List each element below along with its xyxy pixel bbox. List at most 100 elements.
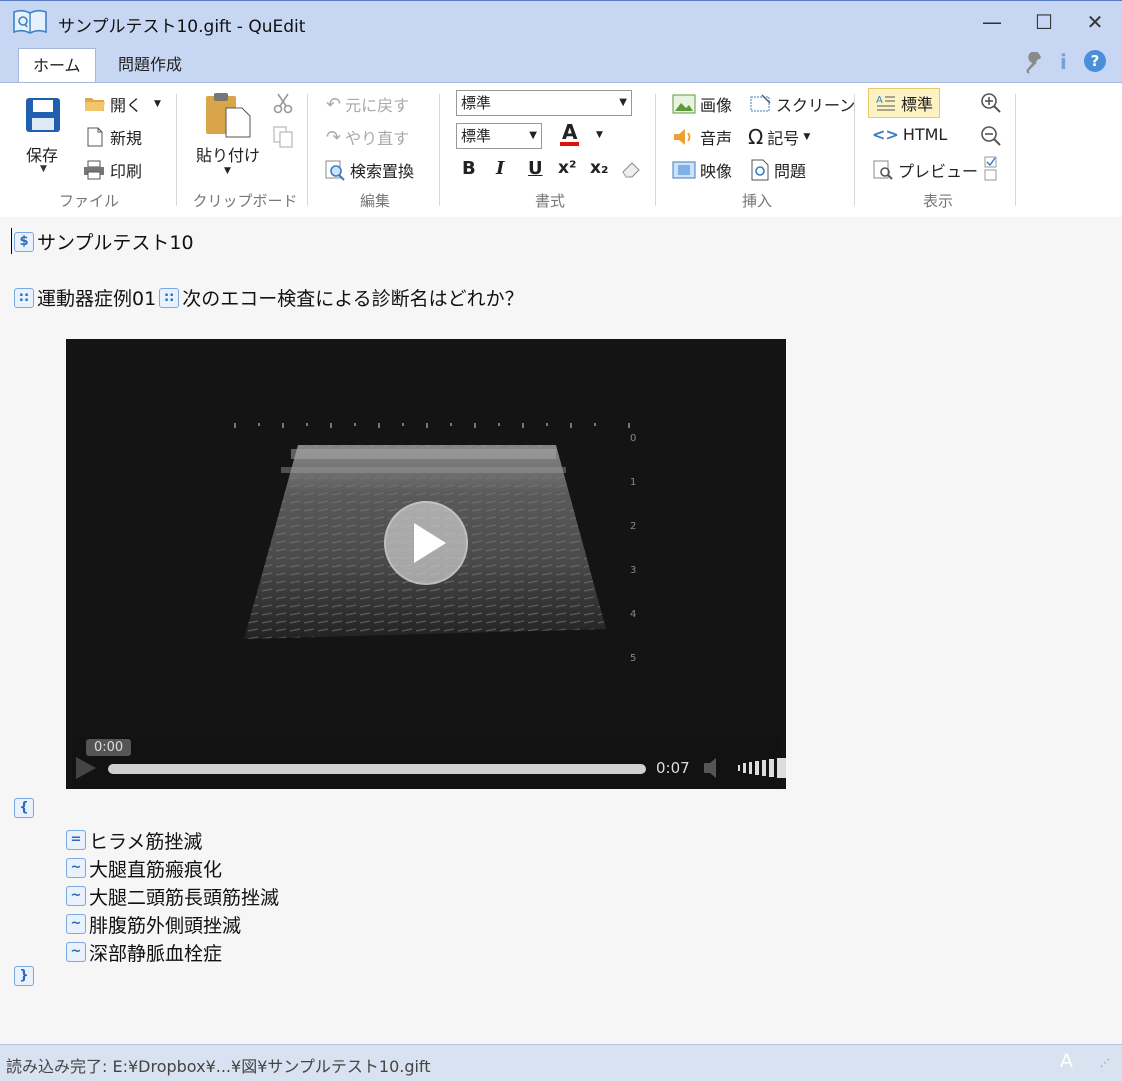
italic-button[interactable]: I: [496, 158, 504, 179]
find-replace-button[interactable]: 検索置換: [324, 158, 414, 182]
question-text: 次のエコー検査による診断名はどれか？: [182, 288, 524, 310]
close-button[interactable]: ✕: [1073, 6, 1117, 38]
undo-button[interactable]: ↶ 元に戻す: [326, 92, 409, 116]
wrong-answer-tag: ~: [66, 858, 86, 878]
copy-icon[interactable]: [272, 125, 294, 153]
chevron-down-icon: ▼: [529, 130, 537, 141]
insert-question-button[interactable]: 問題: [750, 158, 806, 182]
paste-dropdown-icon[interactable]: ▼: [224, 166, 231, 176]
insert-screen-button[interactable]: スクリーン: [750, 92, 855, 116]
save-dropdown-icon[interactable]: ▼: [40, 164, 47, 174]
superscript-button[interactable]: x²: [558, 158, 576, 178]
cut-icon[interactable]: [272, 92, 294, 118]
bold-button[interactable]: B: [462, 158, 476, 179]
group-label-clipboard: クリップボード: [192, 192, 298, 210]
answer-block-close[interactable]: }: [14, 966, 34, 986]
view-standard-button[interactable]: A 標準: [868, 88, 941, 118]
test-title: サンプルテスト10: [37, 232, 194, 254]
redo-label: やり直す: [345, 129, 410, 148]
video-play-button[interactable]: [76, 757, 98, 779]
paste-button[interactable]: 貼り付け: [196, 142, 260, 166]
depth-tick-label: 5: [630, 653, 637, 664]
video-seek-bar[interactable]: [108, 759, 646, 779]
font-color-dropdown-icon[interactable]: ▼: [596, 130, 603, 140]
depth-tick-label: 2: [630, 521, 637, 532]
question-line[interactable]: :: 運動器症例01 :: 次のエコー検査による診断名はどれか？: [14, 284, 524, 311]
title-line[interactable]: $ サンプルテスト10: [14, 228, 194, 255]
question-doc-icon: [751, 159, 769, 181]
video-player[interactable]: 0 1 2 3 4 5 0:00 0:07: [66, 339, 786, 789]
help-icon[interactable]: ?: [1084, 50, 1106, 72]
answer-text: 腓腹筋外側頭挫滅: [89, 914, 242, 937]
preview-icon: [873, 160, 893, 180]
open-dropdown-icon[interactable]: ▼: [154, 99, 161, 109]
style-select[interactable]: 標準 ▼: [456, 90, 632, 116]
group-label-edit: 編集: [359, 192, 390, 210]
standard-view-icon: A: [876, 95, 895, 111]
zoom-in-icon[interactable]: [980, 92, 1002, 118]
printer-icon: [84, 160, 104, 180]
symbol-dropdown-icon[interactable]: ▼: [803, 132, 810, 142]
question-text-tag: ::: [159, 287, 180, 308]
answer-item[interactable]: ~ 腓腹筋外側頭挫滅: [66, 910, 279, 938]
tab-create-question[interactable]: 問題作成: [104, 48, 196, 82]
ultrasound-frame: [66, 339, 786, 789]
correct-answer-tag: =: [66, 830, 86, 850]
answer-text: 大腿二頭筋長頭筋挫滅: [89, 886, 280, 909]
redo-button[interactable]: ↷ やり直す: [326, 125, 409, 149]
insert-audio-label: 音声: [700, 129, 733, 148]
answer-item[interactable]: ~ 深部静脈血栓症: [66, 938, 279, 966]
volume-icon[interactable]: [702, 757, 720, 779]
answer-item[interactable]: ~ 大腿二頭筋長頭筋挫滅: [66, 882, 279, 910]
close-brace-tag: }: [14, 966, 34, 986]
window-title: サンプルテスト10.gift - QuEdit: [58, 17, 306, 37]
input-mode-indicator: A: [1060, 1050, 1073, 1072]
question-name-tag: ::: [14, 287, 34, 308]
save-button[interactable]: 保存: [26, 142, 58, 166]
maximize-button[interactable]: ☐: [1022, 6, 1066, 38]
new-label: 新規: [110, 129, 143, 148]
info-icon[interactable]: i: [1060, 50, 1067, 74]
status-text: 読み込み完了: E:¥Dropbox¥...¥図¥サンプルテスト10.gift: [6, 1057, 431, 1076]
depth-tick-label: 3: [630, 565, 637, 576]
undo-icon: ↶: [326, 93, 342, 115]
answer-list: = ヒラメ筋挫滅 ~ 大腿直筋瘢痕化 ~ 大腿二頭筋長頭筋挫滅 ~ 腓腹筋外側頭挫滅 ~ 深部静脈…: [66, 826, 279, 966]
eraser-icon[interactable]: [620, 158, 642, 184]
print-button[interactable]: 印刷: [82, 158, 142, 182]
view-preview-label: プレビュー: [898, 162, 979, 181]
wrong-answer-tag: ~: [66, 914, 86, 934]
answer-block-open[interactable]: {: [14, 798, 34, 818]
insert-symbol-button[interactable]: Ω 記号 ▼: [748, 125, 810, 149]
depth-tick-label: 1: [630, 477, 637, 488]
insert-audio-button[interactable]: 音声: [672, 125, 732, 149]
zoom-out-icon[interactable]: [980, 125, 1002, 151]
insert-screen-label: スクリーン: [776, 96, 856, 115]
font-color-button[interactable]: A: [560, 122, 580, 146]
depth-tick-label: 0: [630, 433, 637, 444]
resize-grip-icon[interactable]: ⋰: [1100, 1058, 1110, 1069]
search-icon: [325, 160, 345, 181]
video-time-tooltip: 0:00: [86, 739, 132, 756]
print-label: 印刷: [110, 162, 143, 181]
volume-slider[interactable]: [736, 757, 786, 779]
wrench-icon[interactable]: [1024, 51, 1046, 78]
group-label-file: ファイル: [58, 192, 119, 210]
checkbox-toggle-icon[interactable]: [984, 156, 998, 186]
chevron-down-icon: ▼: [619, 97, 627, 108]
subscript-button[interactable]: x₂: [590, 158, 608, 178]
view-preview-button[interactable]: プレビュー: [872, 158, 978, 182]
folder-icon: [85, 98, 105, 111]
underline-button[interactable]: U: [528, 158, 543, 179]
insert-video-button[interactable]: 映像: [672, 158, 732, 182]
insert-image-button[interactable]: 画像: [672, 92, 732, 116]
answer-item[interactable]: ~ 大腿直筋瘢痕化: [66, 854, 279, 882]
open-button[interactable]: 開く ▼: [84, 92, 161, 116]
new-button[interactable]: 新規: [84, 125, 142, 149]
video-duration: 0:07: [656, 759, 690, 777]
answer-text: 深部静脈血栓症: [89, 942, 223, 965]
tab-home[interactable]: ホーム: [18, 48, 96, 83]
minimize-button[interactable]: —: [970, 6, 1014, 38]
view-html-button[interactable]: <> HTML: [872, 125, 947, 144]
answer-item[interactable]: = ヒラメ筋挫滅: [66, 826, 279, 854]
font-select[interactable]: 標準 ▼: [456, 123, 542, 149]
